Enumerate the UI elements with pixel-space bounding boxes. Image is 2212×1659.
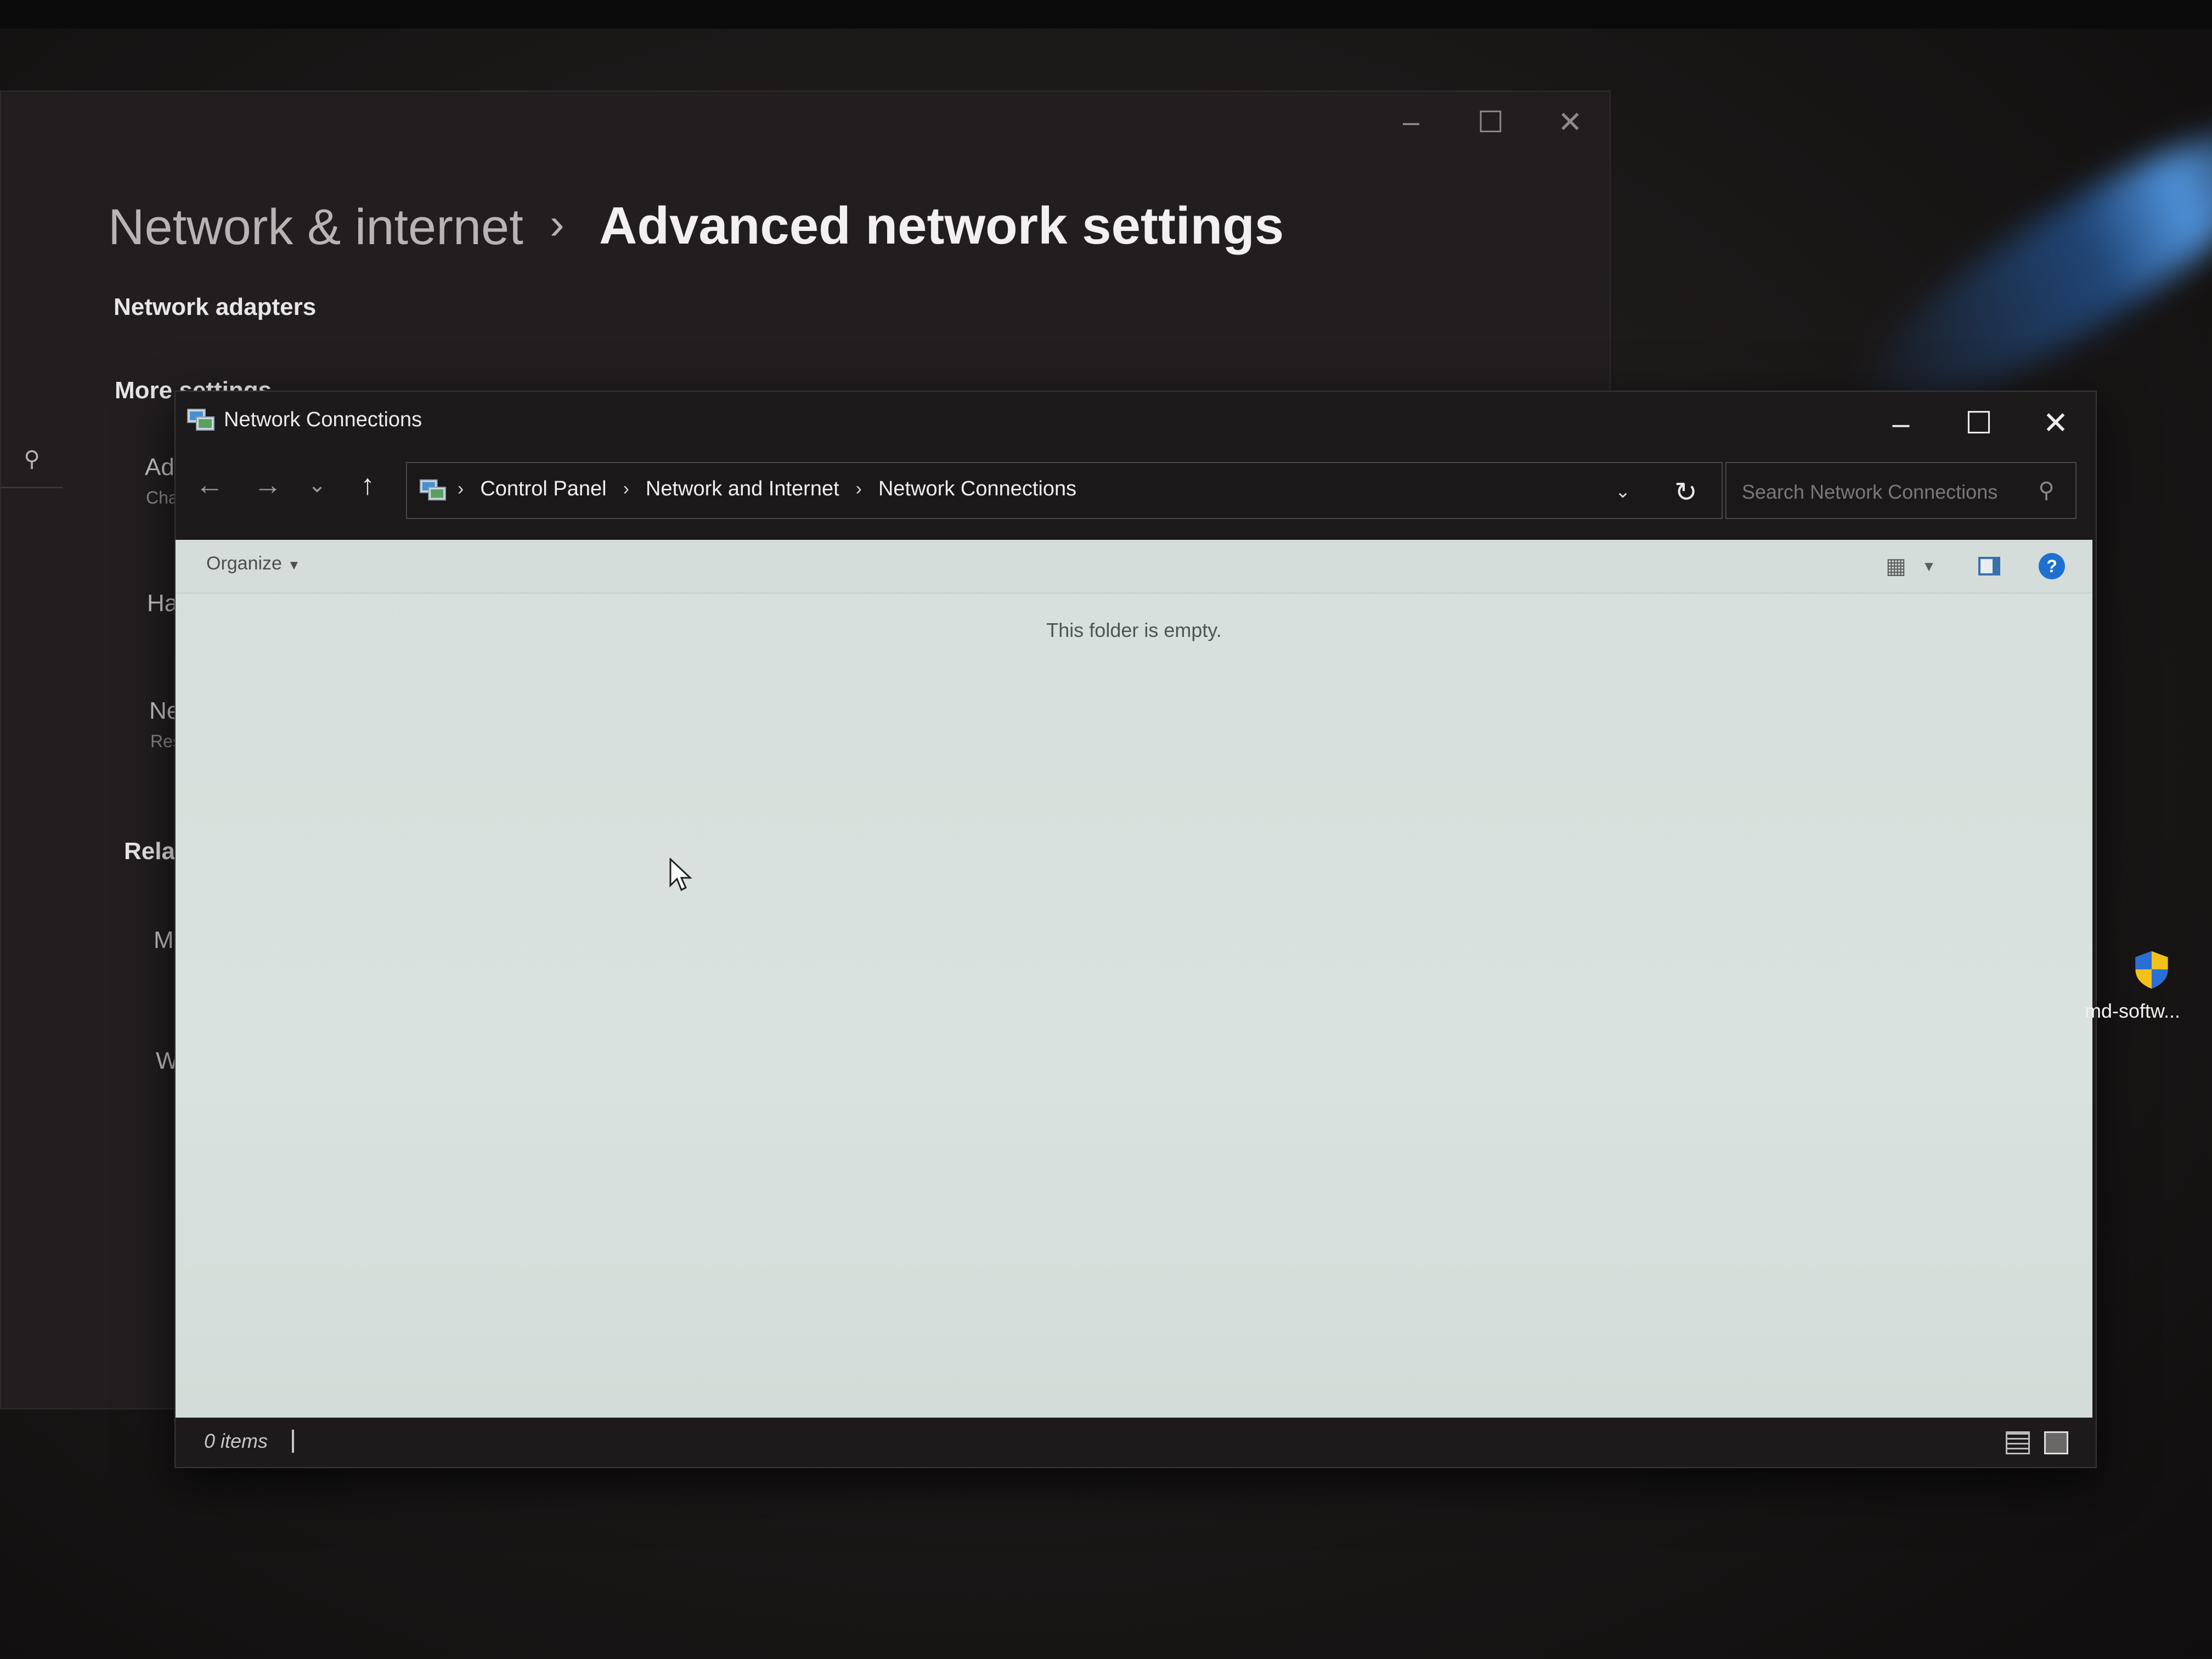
organize-label: Organize bbox=[206, 553, 282, 574]
settings-minimize-button[interactable]: – bbox=[1373, 92, 1449, 152]
search-icon[interactable]: ⚲ bbox=[2033, 475, 2060, 506]
breadcrumb-network-and-internet[interactable]: Network and Internet bbox=[646, 477, 839, 501]
settings-maximize-button[interactable]: ☐ bbox=[1452, 92, 1529, 152]
address-bar[interactable]: › Control Panel › Network and Internet ›… bbox=[406, 462, 1723, 519]
breadcrumb-separator[interactable]: › bbox=[623, 478, 629, 500]
organize-button[interactable]: Organize ▼ bbox=[206, 553, 301, 574]
refresh-icon[interactable]: ↻ bbox=[1667, 473, 1705, 511]
screen-bezel bbox=[0, 0, 2212, 29]
breadcrumb: › Control Panel › Network and Internet ›… bbox=[458, 477, 1076, 501]
breadcrumb-separator[interactable]: › bbox=[458, 478, 464, 500]
back-arrow-icon[interactable]: ← bbox=[188, 463, 232, 507]
search-input[interactable] bbox=[1741, 476, 2028, 508]
preview-pane-icon bbox=[1978, 557, 2000, 575]
caret-down-icon: ▼ bbox=[287, 558, 301, 573]
maximize-button[interactable]: ☐ bbox=[1943, 398, 2015, 448]
breadcrumb-separator: › bbox=[550, 199, 565, 248]
status-divider bbox=[292, 1430, 294, 1453]
chevron-down-icon[interactable]: ⌄ bbox=[1606, 475, 1639, 508]
network-connections-icon bbox=[419, 479, 447, 501]
recent-locations-chevron-icon[interactable]: ⌄ bbox=[295, 463, 339, 507]
settings-item-advanced-sharing[interactable]: Ad bbox=[145, 454, 174, 481]
caret-down-icon[interactable]: ▼ bbox=[1909, 550, 1949, 583]
breadcrumb-separator[interactable]: › bbox=[856, 478, 862, 500]
settings-close-button[interactable]: ✕ bbox=[1532, 92, 1609, 152]
file-list-area[interactable]: Organize ▼ ▦ ▼ ? This folder is empty. bbox=[176, 540, 2092, 1418]
title-bar[interactable]: Network Connections – ☐ ✕ bbox=[176, 392, 2096, 452]
settings-item-hardware[interactable]: Ha bbox=[147, 590, 178, 617]
uac-shield-icon bbox=[2135, 951, 2168, 989]
close-button[interactable]: ✕ bbox=[2020, 398, 2091, 448]
breadcrumb-control-panel[interactable]: Control Panel bbox=[480, 477, 606, 501]
search-icon[interactable]: ⚲ bbox=[1, 432, 63, 488]
settings-item-advanced-sharing-sub: Cha bbox=[146, 488, 178, 507]
breadcrumb-network-connections[interactable]: Network Connections bbox=[878, 477, 1076, 501]
window-title: Network Connections bbox=[224, 408, 422, 431]
command-bar: Organize ▼ ▦ ▼ ? bbox=[176, 540, 2092, 594]
status-bar: 0 items bbox=[176, 1418, 2096, 1466]
network-connections-window[interactable]: Network Connections – ☐ ✕ ← → ⌄ ↑ › Cont… bbox=[174, 391, 2097, 1468]
empty-folder-message: This folder is empty. bbox=[1046, 619, 1222, 641]
network-adapters-heading: Network adapters bbox=[114, 294, 317, 320]
up-arrow-icon[interactable]: ↑ bbox=[346, 463, 390, 507]
breadcrumb-network-internet[interactable]: Network & internet bbox=[108, 199, 523, 256]
search-box[interactable]: ⚲ bbox=[1725, 462, 2076, 519]
desktop-shortcut[interactable]: md-softw... bbox=[2079, 949, 2211, 1026]
page-title: Advanced network settings bbox=[599, 196, 1284, 255]
forward-arrow-icon[interactable]: → bbox=[246, 463, 290, 507]
item-count: 0 items bbox=[204, 1430, 268, 1452]
preview-pane-button[interactable] bbox=[1970, 550, 2009, 583]
help-icon: ? bbox=[2039, 553, 2065, 579]
help-button[interactable]: ? bbox=[2032, 550, 2072, 583]
minimize-button[interactable]: – bbox=[1865, 398, 1937, 448]
large-icons-view-button[interactable] bbox=[2041, 1427, 2072, 1458]
mouse-pointer-icon bbox=[669, 858, 692, 891]
details-view-icon bbox=[2006, 1431, 2030, 1454]
large-icons-view-icon bbox=[2044, 1431, 2068, 1454]
details-view-button[interactable] bbox=[2002, 1427, 2033, 1458]
desktop-shortcut-label: md-softw... bbox=[2085, 1000, 2181, 1022]
network-connections-icon bbox=[187, 409, 215, 431]
